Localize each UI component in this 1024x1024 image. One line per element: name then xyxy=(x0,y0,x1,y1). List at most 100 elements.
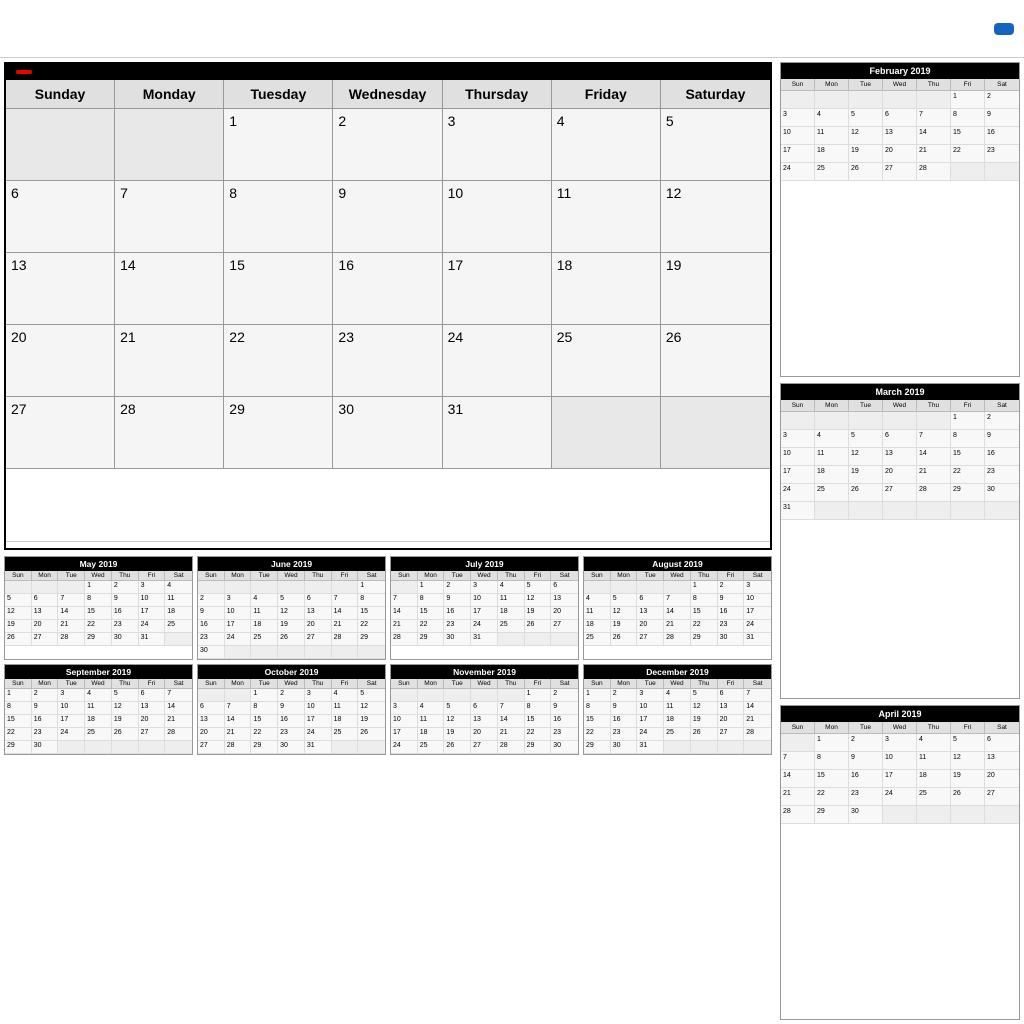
side-cal-cell xyxy=(951,163,985,181)
small-cal-cell: 20 xyxy=(551,607,578,620)
day-label: Sun xyxy=(5,679,32,688)
small-cal-cell: 20 xyxy=(139,715,166,728)
day-label: Tue xyxy=(637,679,664,688)
jan-cell: 28 xyxy=(115,397,224,469)
small-cal-cell xyxy=(391,689,418,702)
day-label: Thu xyxy=(917,79,951,90)
small-cal-cell: 30 xyxy=(444,633,471,646)
day-label: Wed xyxy=(471,571,498,580)
day-label: Tue xyxy=(251,571,278,580)
small-cal-cell: 15 xyxy=(418,607,445,620)
small-cal-cell: 11 xyxy=(664,702,691,715)
small-calendar: August 2019SunMonTueWedThuFriSat12345678… xyxy=(583,556,772,660)
day-label: Wed xyxy=(278,571,305,580)
small-cal-cell: 21 xyxy=(58,620,85,633)
small-cal-cell: 7 xyxy=(664,594,691,607)
small-cal-cell: 8 xyxy=(584,702,611,715)
day-label: Mon xyxy=(815,79,849,90)
day-label: Wed xyxy=(85,679,112,688)
side-cal-cell: 4 xyxy=(815,430,849,448)
side-cal-cell: 24 xyxy=(883,788,917,806)
day-label: Mon xyxy=(815,400,849,411)
small-cal-cell xyxy=(278,581,305,594)
day-label: Thu xyxy=(917,400,951,411)
small-cal-cell: 22 xyxy=(584,728,611,741)
small-cal-cell: 27 xyxy=(718,728,745,741)
side-cal-cell: 13 xyxy=(883,127,917,145)
small-cal-cell: 7 xyxy=(58,594,85,607)
small-cal-cell: 2 xyxy=(718,581,745,594)
small-cal-cell: 20 xyxy=(718,715,745,728)
side-cal-cell xyxy=(985,163,1019,181)
small-cal-cell: 29 xyxy=(251,741,278,754)
small-cal-cell: 15 xyxy=(85,607,112,620)
small-cal-header: July 2019 xyxy=(391,557,578,571)
jan-cell: 3 xyxy=(443,109,552,181)
small-cal-header: December 2019 xyxy=(584,665,771,679)
small-cal-cell: 24 xyxy=(744,620,771,633)
small-cal-cell: 27 xyxy=(139,728,166,741)
side-cal-cell: 6 xyxy=(883,109,917,127)
main-content: Sunday Monday Tuesday Wednesday Thursday… xyxy=(0,58,1024,1024)
small-cal-cell: 25 xyxy=(251,633,278,646)
small-cal-cell: 6 xyxy=(32,594,59,607)
small-cal-cell: 17 xyxy=(744,607,771,620)
small-cal-cell: 1 xyxy=(691,581,718,594)
small-cal-cell xyxy=(278,646,305,659)
small-cal-cell: 24 xyxy=(225,633,252,646)
side-cal-cell: 15 xyxy=(815,770,849,788)
small-cal-cell: 27 xyxy=(637,633,664,646)
small-months-row2: September 2019SunMonTueWedThuFriSat12345… xyxy=(4,664,772,755)
day-label: Sat xyxy=(358,679,385,688)
small-cal-cell: 5 xyxy=(691,689,718,702)
small-cal-cell: 6 xyxy=(718,689,745,702)
small-cal-cell: 25 xyxy=(85,728,112,741)
small-cal-cell: 22 xyxy=(5,728,32,741)
small-cal-cell: 18 xyxy=(498,607,525,620)
side-cal-cell: 12 xyxy=(849,127,883,145)
small-cal-cell xyxy=(551,633,578,646)
side-cal-cell: 25 xyxy=(917,788,951,806)
side-cal-cell xyxy=(985,806,1019,824)
small-cal-cell: 4 xyxy=(418,702,445,715)
small-cal-cell: 1 xyxy=(251,689,278,702)
side-cal-header: April 2019 xyxy=(781,706,1019,722)
small-cal-cell: 22 xyxy=(251,728,278,741)
small-cal-cell: 24 xyxy=(139,620,166,633)
day-label: Wed xyxy=(883,722,917,733)
day-label: Tue xyxy=(849,79,883,90)
small-calendar: October 2019SunMonTueWedThuFriSat1234567… xyxy=(197,664,386,755)
small-cal-cell: 17 xyxy=(139,607,166,620)
side-cal-cell: 4 xyxy=(815,109,849,127)
side-cal-cell xyxy=(883,502,917,520)
side-cal-cell: 29 xyxy=(815,806,849,824)
small-cal-cell xyxy=(85,741,112,754)
side-cal-cell xyxy=(883,806,917,824)
small-cal-header: June 2019 xyxy=(198,557,385,571)
small-cal-cell: 28 xyxy=(744,728,771,741)
side-cal-cell: 1 xyxy=(815,734,849,752)
small-cal-cell: 7 xyxy=(225,702,252,715)
small-calendar: June 2019SunMonTueWedThuFriSat1234567891… xyxy=(197,556,386,660)
small-cal-cell: 4 xyxy=(584,594,611,607)
small-cal-cell xyxy=(251,581,278,594)
small-cal-grid: 1234567891011121314151617181920212223242… xyxy=(391,689,578,754)
small-cal-cell: 10 xyxy=(637,702,664,715)
small-cal-cell: 19 xyxy=(691,715,718,728)
small-cal-cell: 30 xyxy=(718,633,745,646)
day-label: Sun xyxy=(584,679,611,688)
small-cal-cell: 20 xyxy=(637,620,664,633)
small-cal-header: November 2019 xyxy=(391,665,578,679)
small-cal-cell: 1 xyxy=(5,689,32,702)
side-cal-cell xyxy=(815,412,849,430)
small-cal-cell: 19 xyxy=(278,620,305,633)
small-cal-cell: 12 xyxy=(112,702,139,715)
small-cal-cell: 23 xyxy=(112,620,139,633)
side-cal-cell: 8 xyxy=(951,109,985,127)
day-fri: Friday xyxy=(552,80,661,108)
small-cal-cell: 11 xyxy=(165,594,192,607)
side-cal-grid: 1234567891011121314151617181920212223242… xyxy=(781,412,1019,520)
small-cal-cell: 28 xyxy=(165,728,192,741)
small-cal-cell: 13 xyxy=(139,702,166,715)
small-cal-cell: 18 xyxy=(418,728,445,741)
